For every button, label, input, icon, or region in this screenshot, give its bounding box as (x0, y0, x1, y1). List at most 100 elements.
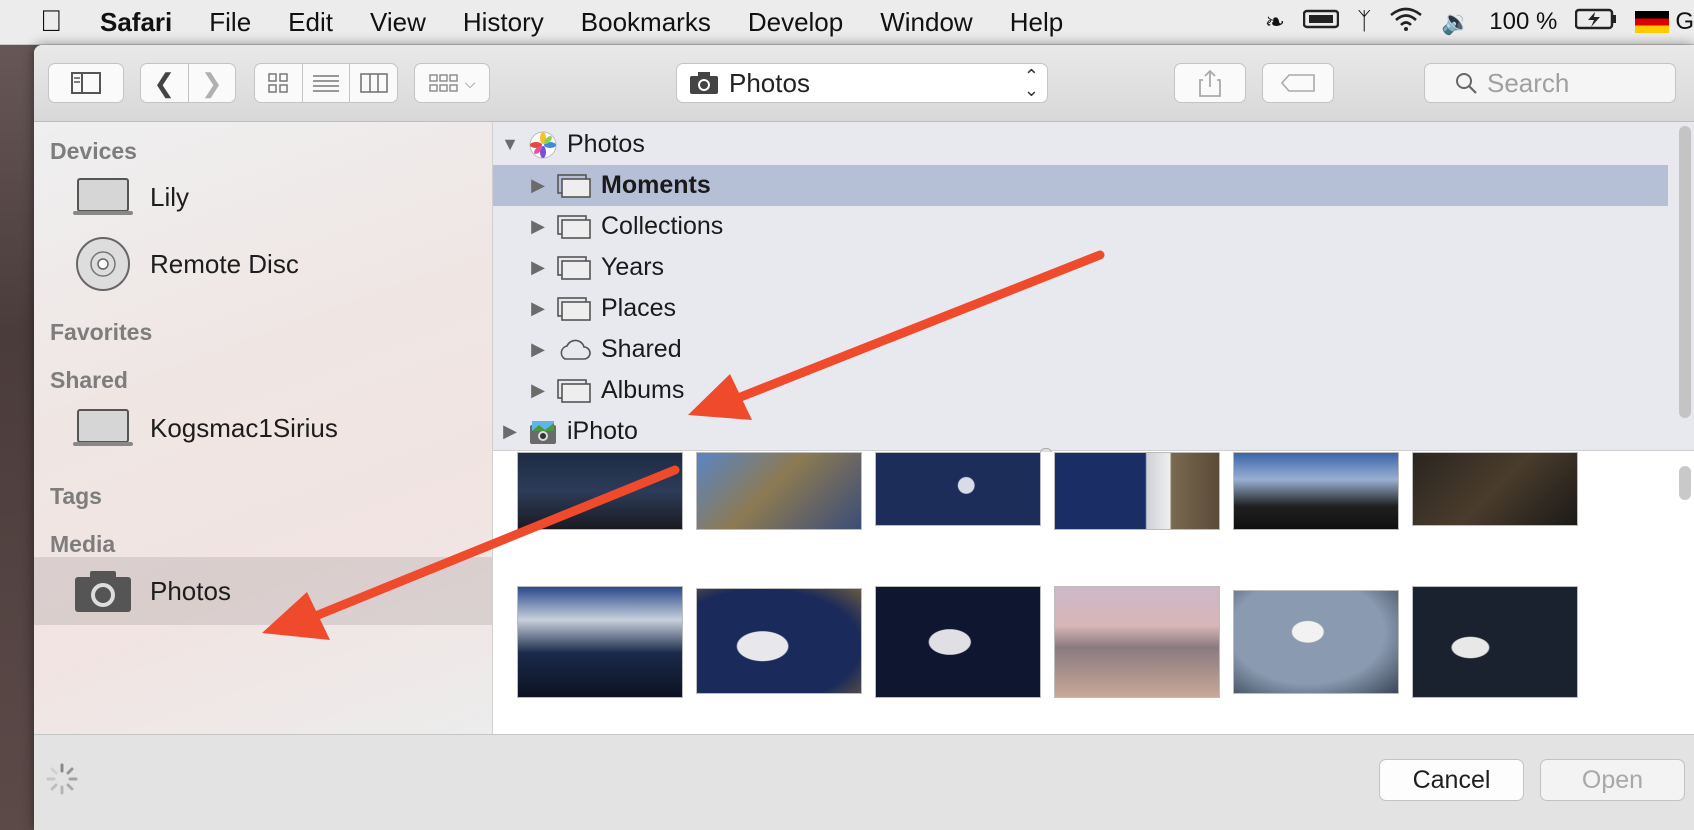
sidebar-item-label: Kogsmac1Sirius (150, 412, 338, 443)
sidebar-header-devices: Devices (50, 138, 137, 164)
menu-develop[interactable]: Develop (748, 7, 843, 38)
wifi-icon[interactable] (1389, 6, 1423, 39)
list-icon (313, 75, 339, 92)
menu-view[interactable]: View (370, 7, 426, 38)
outline-view: ▼ Photos ▶ Moments ▶ Collections ▶ Years… (493, 122, 1694, 451)
column-view-button[interactable] (350, 64, 397, 102)
disclosure-open-icon[interactable]: ▼ (501, 134, 519, 155)
sidebar-item-label: Photos (150, 575, 231, 606)
sidebar-toggle-button[interactable] (48, 63, 124, 103)
photos-app-icon (529, 131, 557, 158)
album-stack-icon (557, 214, 591, 239)
sidebar-item-label: Lily (150, 181, 190, 212)
tree-row-moments[interactable]: ▶ Moments (493, 165, 1668, 206)
back-button[interactable]: ❮ (141, 64, 189, 102)
photo-thumbnail[interactable] (1233, 452, 1399, 530)
photo-thumbnail[interactable] (517, 586, 683, 698)
photo-grid (493, 452, 1694, 734)
disclosure-closed-icon[interactable]: ▶ (529, 257, 547, 278)
search-placeholder: Search (1487, 67, 1570, 98)
photo-thumbnail[interactable] (875, 452, 1041, 526)
loading-spinner-icon (46, 763, 78, 795)
arrange-button[interactable]: ⌵ (414, 63, 490, 103)
location-popup[interactable]: Photos ⌃ ⌄ (676, 63, 1048, 103)
tree-row-photos[interactable]: ▼ Photos (493, 124, 1668, 165)
album-stack-icon (557, 173, 591, 198)
tree-label: Shared (601, 335, 682, 363)
memory-icon[interactable] (1302, 7, 1340, 38)
menu-history[interactable]: History (463, 7, 544, 38)
dialog-footer: Cancel Open (34, 734, 1694, 830)
share-button[interactable] (1174, 63, 1246, 103)
disclosure-closed-icon[interactable]: ▶ (529, 298, 547, 319)
photo-thumbnail[interactable] (1054, 586, 1220, 698)
disclosure-closed-icon[interactable]: ▶ (529, 216, 547, 237)
search-icon (1456, 73, 1477, 94)
menu-file[interactable]: File (209, 7, 251, 38)
grid-scrollbar[interactable] (1679, 466, 1691, 500)
open-file-dialog: ❮ ❯ ⌵ Photos ⌃ ⌄ Search Devices Lily Rem… (34, 45, 1694, 830)
tree-row-albums[interactable]: ▶ Albums (493, 370, 1668, 411)
icon-view-button[interactable] (255, 64, 303, 102)
camera-icon (75, 571, 131, 612)
photo-thumbnail[interactable] (1233, 590, 1399, 694)
tree-label: Collections (601, 212, 724, 240)
tree-row-years[interactable]: ▶ Years (493, 247, 1668, 288)
photo-thumbnail[interactable] (696, 452, 862, 530)
location-label: Photos (729, 67, 810, 98)
cancel-button[interactable]: Cancel (1379, 759, 1524, 801)
tree-row-places[interactable]: ▶ Places (493, 288, 1668, 329)
sidebar-item-lily[interactable]: Lily (34, 163, 492, 231)
disclosure-closed-icon[interactable]: ▶ (529, 339, 547, 360)
tree-row-shared[interactable]: ▶ Shared (493, 329, 1668, 370)
search-field[interactable]: Search (1424, 63, 1676, 103)
album-stack-icon (557, 378, 591, 403)
forward-button[interactable]: ❯ (189, 64, 236, 102)
tree-label: iPhoto (567, 417, 638, 445)
tree-row-collections[interactable]: ▶ Collections (493, 206, 1668, 247)
outline-scrollbar[interactable] (1679, 126, 1691, 418)
apple-menu-icon[interactable]:  (40, 5, 80, 39)
open-button[interactable]: Open (1540, 759, 1685, 801)
volume-icon[interactable]: 🔉 (1441, 8, 1471, 37)
disc-icon (76, 237, 130, 291)
tree-label: Years (601, 253, 665, 281)
photo-thumbnail[interactable] (696, 588, 862, 694)
tree-label: Moments (601, 171, 711, 199)
tag-button[interactable] (1262, 63, 1334, 103)
arrange-grid-icon (428, 74, 458, 92)
back-forward-control: ❮ ❯ (140, 63, 236, 103)
sidebar-item-remote-disc[interactable]: Remote Disc (34, 230, 492, 298)
menu-window[interactable]: Window (880, 7, 972, 38)
sidebar-item-photos[interactable]: Photos (34, 557, 492, 625)
evernote-icon[interactable]: ❧ (1265, 8, 1285, 37)
photo-thumbnail[interactable] (875, 586, 1041, 698)
tree-label: Places (601, 294, 677, 322)
photo-thumbnail[interactable] (517, 452, 683, 530)
disclosure-closed-icon[interactable]: ▶ (529, 175, 547, 196)
list-view-button[interactable] (303, 64, 351, 102)
menu-extra-truncated: G (1675, 8, 1694, 35)
columns-icon (359, 73, 388, 93)
disclosure-closed-icon[interactable]: ▶ (501, 421, 519, 442)
disclosure-closed-icon[interactable]: ▶ (529, 380, 547, 401)
photo-thumbnail[interactable] (1412, 452, 1578, 526)
input-source-flag-icon[interactable] (1635, 11, 1670, 33)
photo-thumbnail[interactable] (1054, 452, 1220, 530)
album-stack-icon (557, 255, 591, 280)
laptop-icon (73, 178, 133, 215)
laptop-icon (73, 409, 133, 446)
tree-row-iphoto[interactable]: ▶ iPhoto (493, 411, 1668, 452)
sidebar-header-tags: Tags (50, 483, 102, 509)
menu-edit[interactable]: Edit (288, 7, 333, 38)
view-mode-control (254, 63, 398, 103)
menu-bookmarks[interactable]: Bookmarks (581, 7, 711, 38)
menu-app-safari[interactable]: Safari (100, 7, 172, 38)
tree-label: Albums (601, 376, 685, 404)
menu-help[interactable]: Help (1010, 7, 1063, 38)
bluetooth-icon[interactable]: ᛉ (1357, 8, 1371, 36)
battery-charging-icon[interactable] (1575, 7, 1617, 38)
iphoto-icon (530, 420, 556, 444)
sidebar-item-kogsmac1sirius[interactable]: Kogsmac1Sirius (34, 394, 492, 462)
photo-thumbnail[interactable] (1412, 586, 1578, 698)
